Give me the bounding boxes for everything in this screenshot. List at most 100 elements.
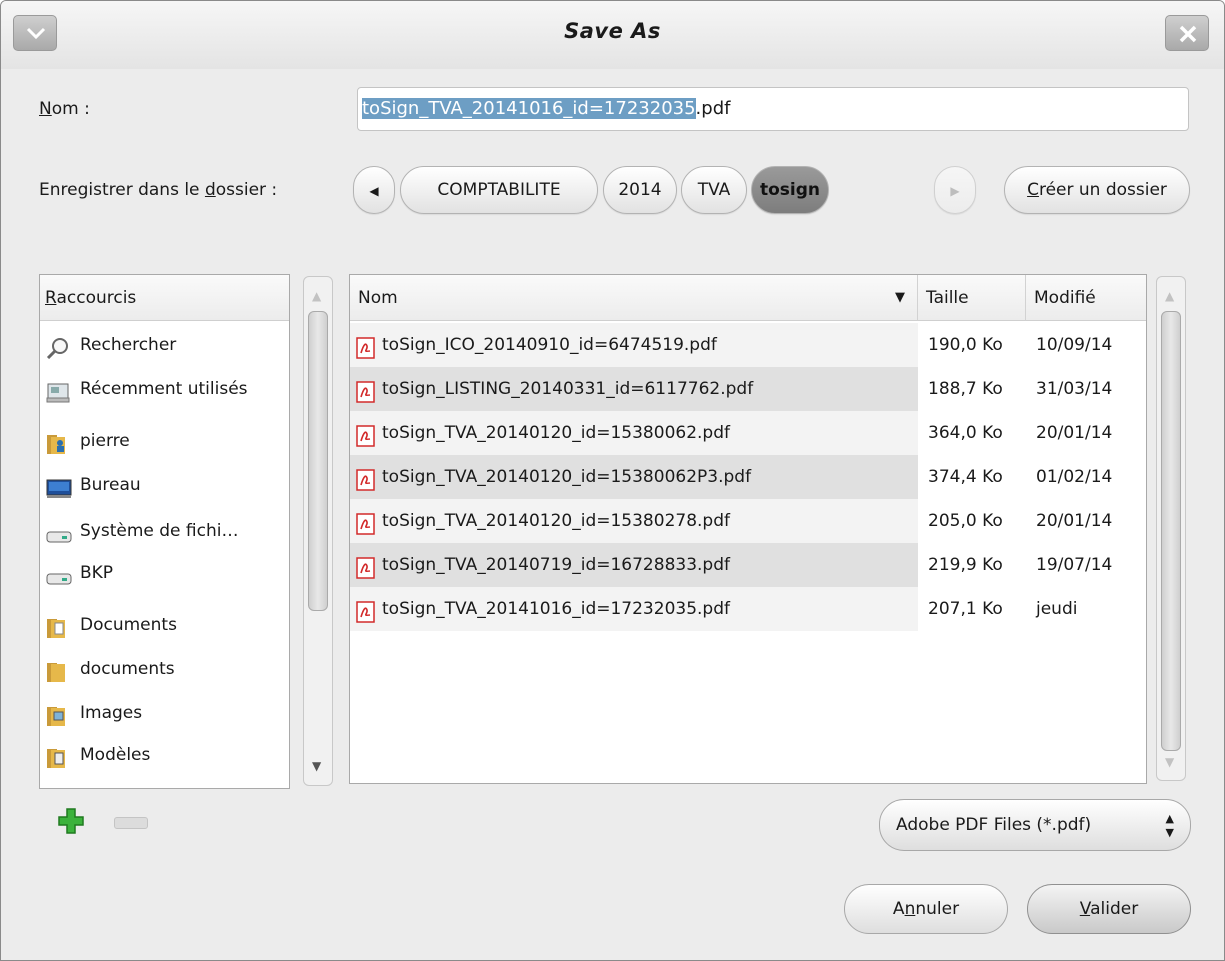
pdf-file-icon: [356, 376, 376, 403]
cancel-button[interactable]: Annuler: [844, 884, 1008, 934]
file-list-panel: Nom ▼ Taille Modifié toSign_ICO_20140910…: [349, 274, 1147, 784]
drive-icon: [46, 520, 72, 543]
spin-arrows-icon: ▲ ▼: [1165, 812, 1174, 839]
file-row[interactable]: toSign_ICO_20140910_id=6474519.pdf 190,0 …: [350, 323, 1146, 367]
pdf-file-icon: [356, 332, 376, 359]
file-name: toSign_ICO_20140910_id=6474519.pdf: [382, 335, 717, 355]
path-segment-2014[interactable]: 2014: [603, 166, 677, 214]
file-row[interactable]: toSign_LISTING_20140331_id=6117762.pdf 18…: [350, 367, 1146, 411]
folder-icon: [46, 658, 70, 682]
file-row[interactable]: toSign_TVA_20140120_id=15380062.pdf 364,0…: [350, 411, 1146, 455]
search-icon: [46, 334, 70, 360]
sidebar-item-bkp[interactable]: BKP: [46, 553, 113, 593]
file-name: toSign_TVA_20140120_id=15380062.pdf: [382, 423, 730, 443]
shortcuts-scroll-thumb[interactable]: [308, 311, 328, 611]
column-header-modified[interactable]: Modifié: [1026, 275, 1146, 321]
file-type-filter[interactable]: Adobe PDF Files (*.pdf) ▲ ▼: [879, 799, 1191, 851]
file-modified: 20/01/14: [1036, 423, 1113, 443]
filename-selected-text: toSign_TVA_20141016_id=17232035: [362, 98, 696, 119]
shortcuts-panel: Raccourcis Rechercher Récemment utilisés…: [39, 274, 290, 789]
plus-icon: [58, 808, 84, 834]
title-bar: Save As: [1, 1, 1224, 69]
sidebar-item-bureau[interactable]: Bureau: [46, 465, 141, 505]
filename-input[interactable]: toSign_TVA_20141016_id=17232035.pdf: [357, 87, 1189, 131]
file-modified: 19/07/14: [1036, 555, 1113, 575]
file-row[interactable]: toSign_TVA_20140120_id=15380062P3.pdf 374…: [350, 455, 1146, 499]
arrow-right-icon: ▶: [950, 184, 960, 198]
file-modified: jeudi: [1036, 599, 1078, 619]
file-name-cell: toSign_ICO_20140910_id=6474519.pdf: [350, 323, 918, 367]
pdf-file-icon: [356, 464, 376, 491]
sidebar-item-rechercher[interactable]: Rechercher: [46, 325, 176, 365]
desktop-icon: [46, 474, 72, 498]
create-folder-button[interactable]: Créer un dossier: [1004, 166, 1190, 214]
file-list-scrollbar[interactable]: ▲ ▼: [1156, 276, 1186, 781]
name-label: Nom :: [39, 99, 90, 119]
file-name: toSign_TVA_20140719_id=16728833.pdf: [382, 555, 730, 575]
scroll-up-icon[interactable]: ▲: [312, 289, 321, 303]
pictures-folder-icon: [46, 702, 70, 726]
folder-label: Enregistrer dans le dossier :: [39, 180, 278, 200]
sidebar-item-modeles[interactable]: Modèles: [46, 735, 150, 775]
pdf-file-icon: [356, 596, 376, 623]
file-name-cell: toSign_TVA_20140120_id=15380062P3.pdf: [350, 455, 918, 499]
file-size: 205,0 Ko: [928, 511, 1003, 531]
sidebar-item-documents-lower[interactable]: documents: [46, 649, 175, 689]
column-header-name[interactable]: Nom ▼: [350, 275, 918, 321]
recent-icon: [46, 378, 70, 403]
sidebar-item-pierre[interactable]: pierre: [46, 421, 130, 461]
path-segment-comptabilite[interactable]: COMPTABILITE: [400, 166, 598, 214]
file-name: toSign_TVA_20140120_id=15380278.pdf: [382, 511, 730, 531]
scroll-down-icon[interactable]: ▼: [1165, 755, 1174, 769]
file-row[interactable]: toSign_TVA_20141016_id=17232035.pdf 207,1…: [350, 587, 1146, 631]
sidebar-item-documents[interactable]: Documents: [46, 605, 177, 645]
file-name: toSign_LISTING_20140331_id=6117762.pdf: [382, 379, 754, 399]
sidebar-item-recents[interactable]: Récemment utilisés: [46, 369, 248, 409]
shortcuts-scrollbar[interactable]: ▲ ▼: [303, 276, 333, 786]
file-row[interactable]: toSign_TVA_20140120_id=15380278.pdf 205,0…: [350, 499, 1146, 543]
file-name-cell: toSign_TVA_20141016_id=17232035.pdf: [350, 587, 918, 631]
file-size: 219,9 Ko: [928, 555, 1003, 575]
home-folder-icon: [46, 430, 70, 454]
path-segment-tosign[interactable]: tosign: [751, 166, 829, 214]
file-size: 364,0 Ko: [928, 423, 1003, 443]
file-name: toSign_TVA_20140120_id=15380062P3.pdf: [382, 467, 752, 487]
file-list-scroll-thumb[interactable]: [1161, 311, 1181, 751]
remove-bookmark-button[interactable]: [114, 817, 148, 829]
file-size: 374,4 Ko: [928, 467, 1003, 487]
file-size: 207,1 Ko: [928, 599, 1003, 619]
sidebar-item-systeme-fichiers[interactable]: Système de fichi…: [46, 511, 238, 551]
file-row[interactable]: toSign_TVA_20140719_id=16728833.pdf 219,9…: [350, 543, 1146, 587]
path-back-button[interactable]: ◀: [353, 166, 395, 214]
arrow-left-icon: ◀: [369, 184, 379, 198]
file-modified: 10/09/14: [1036, 335, 1113, 355]
save-as-dialog: Save As Nom : toSign_TVA_20141016_id=172…: [0, 0, 1225, 961]
filename-extension: .pdf: [695, 98, 731, 119]
templates-folder-icon: [46, 744, 70, 768]
scroll-up-icon[interactable]: ▲: [1165, 289, 1174, 303]
column-header-size[interactable]: Taille: [918, 275, 1026, 321]
sidebar-item-images[interactable]: Images: [46, 693, 142, 733]
file-name-cell: toSign_LISTING_20140331_id=6117762.pdf: [350, 367, 918, 411]
file-name-cell: toSign_TVA_20140719_id=16728833.pdf: [350, 543, 918, 587]
documents-folder-icon: [46, 614, 70, 638]
file-name-cell: toSign_TVA_20140120_id=15380278.pdf: [350, 499, 918, 543]
shortcuts-header: Raccourcis: [40, 275, 289, 321]
path-segment-tva[interactable]: TVA: [681, 166, 747, 214]
sort-descending-icon: ▼: [895, 290, 905, 305]
file-size: 190,0 Ko: [928, 335, 1003, 355]
file-name: toSign_TVA_20141016_id=17232035.pdf: [382, 599, 730, 619]
pdf-file-icon: [356, 508, 376, 535]
add-bookmark-button[interactable]: [56, 806, 86, 836]
drive-icon: [46, 562, 72, 585]
file-modified: 01/02/14: [1036, 467, 1113, 487]
path-forward-button[interactable]: ▶: [934, 166, 976, 214]
scroll-down-icon[interactable]: ▼: [312, 759, 321, 773]
validate-button[interactable]: Valider: [1027, 884, 1191, 934]
file-name-cell: toSign_TVA_20140120_id=15380062.pdf: [350, 411, 918, 455]
pdf-file-icon: [356, 420, 376, 447]
file-modified: 31/03/14: [1036, 379, 1113, 399]
close-button[interactable]: [1165, 15, 1209, 51]
window-title: Save As: [564, 19, 661, 43]
file-modified: 20/01/14: [1036, 511, 1113, 531]
